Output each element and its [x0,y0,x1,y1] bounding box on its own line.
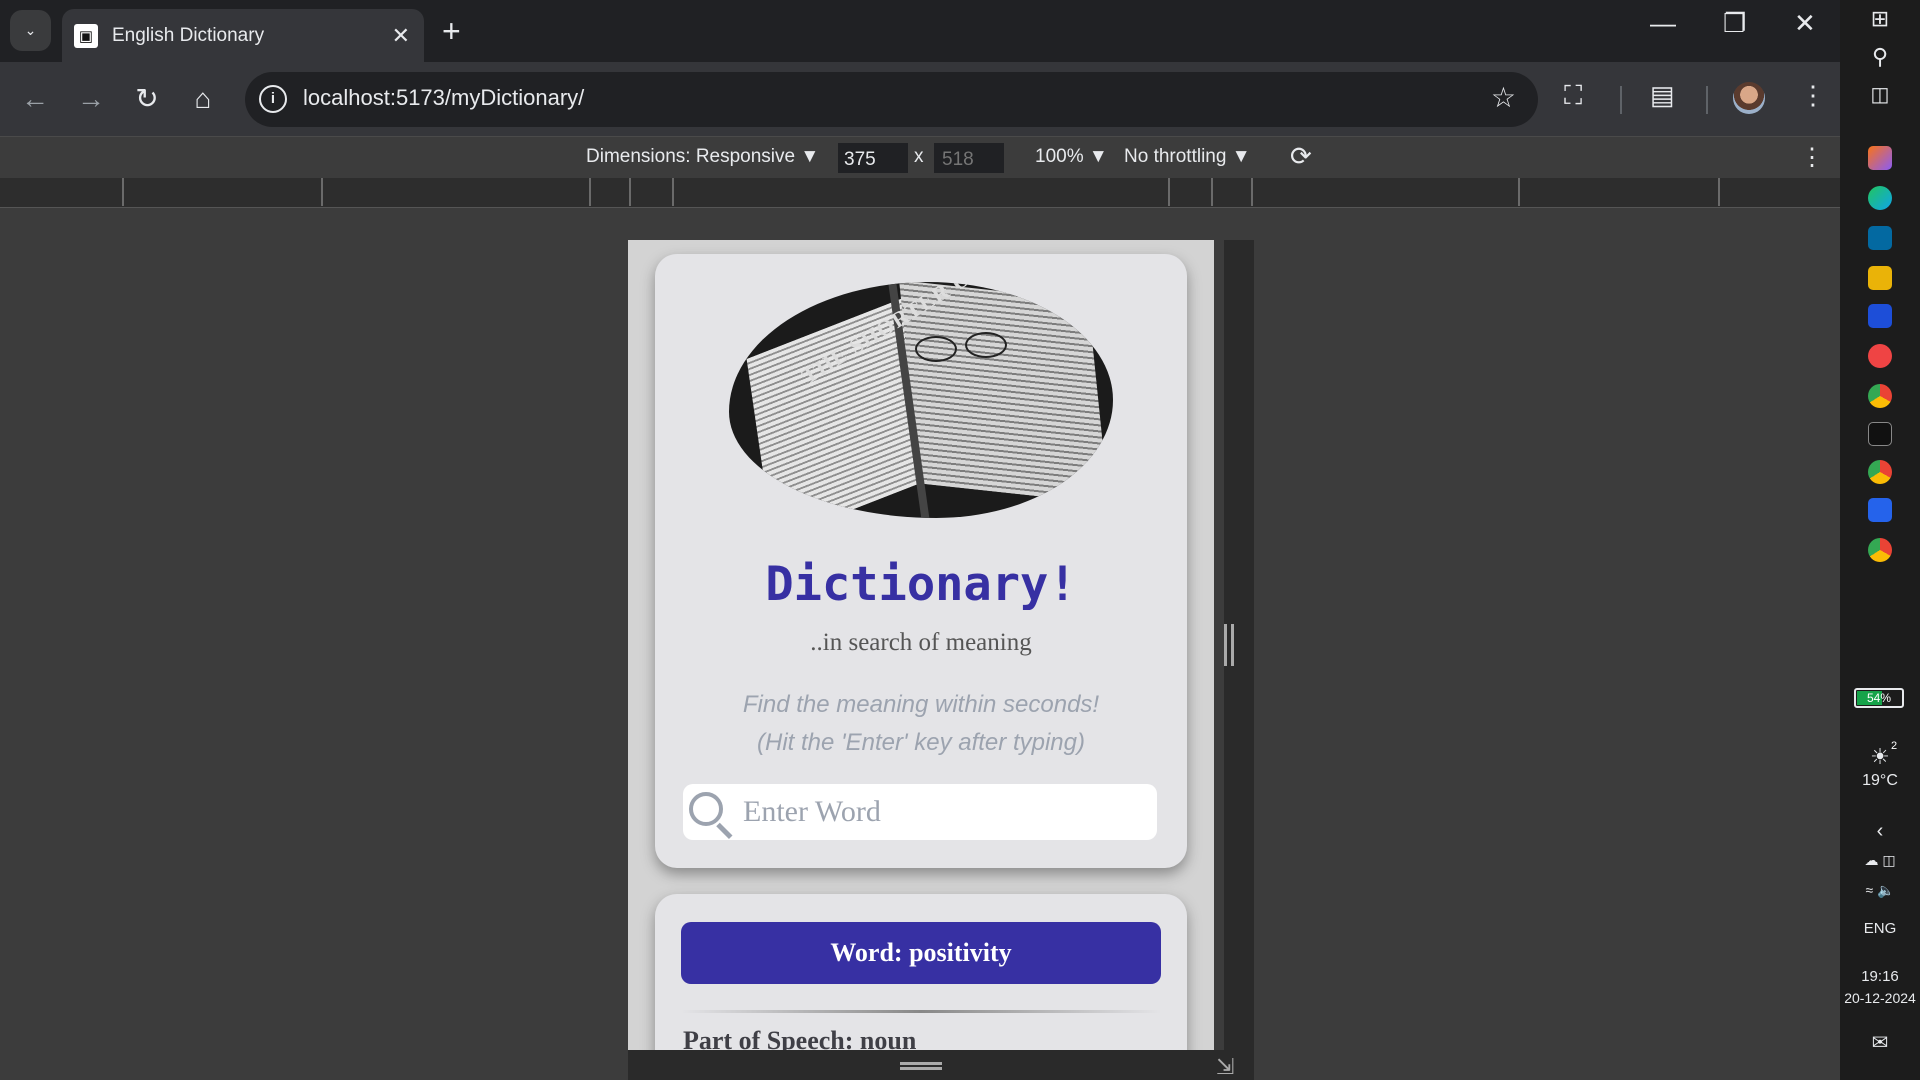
close-window-icon[interactable]: ✕ [1794,8,1816,39]
rotate-icon[interactable]: ⟳ [1290,141,1312,172]
task-view-icon[interactable]: ◫ [1840,82,1920,107]
throttling-dropdown[interactable]: No throttling ▼ [1124,146,1251,168]
search-card: THE SHORTER OXFORD Dictionary! ..in sear… [655,254,1187,868]
search-input[interactable] [743,792,1143,832]
plus-icon[interactable]: + [442,14,461,48]
viewport-area: THE SHORTER OXFORD Dictionary! ..in sear… [0,208,1840,1080]
zoom-label: 100% [1035,146,1084,167]
file-explorer-icon[interactable] [1868,266,1892,290]
address-bar[interactable]: i localhost:5173/myDictionary/ ☆ [245,72,1538,127]
media-query-ruler[interactable] [0,178,1840,208]
language-indicator[interactable]: ENG [1840,920,1920,937]
reading-list-icon[interactable]: ▤ [1650,80,1675,111]
page-title: Dictionary! [765,557,1077,612]
chrome-active-icon[interactable] [1868,460,1892,484]
size-separator: x [914,146,924,167]
search-icon [687,790,733,839]
tab-search-icon[interactable]: ⌄ [10,10,51,51]
device-frame: THE SHORTER OXFORD Dictionary! ..in sear… [628,240,1254,1080]
search-box[interactable] [683,784,1157,840]
app-l-icon[interactable] [1868,304,1892,328]
more-icon[interactable]: ⋮ [1800,80,1826,111]
reload-icon[interactable]: ↻ [128,80,166,118]
zoom-dropdown[interactable]: 100% ▼ [1035,146,1108,168]
minimize-icon[interactable]: — [1650,8,1676,39]
dimensions-dropdown[interactable]: Dimensions: Responsive ▼ [586,146,819,168]
part-of-speech: Part of Speech: noun [683,1026,917,1050]
back-icon[interactable]: ← [16,80,54,118]
info-icon[interactable]: i [259,85,287,113]
dimensions-label: Dimensions: Responsive [586,146,796,167]
result-card: Word: positivity Part of Speech: noun [655,894,1187,1050]
book-icon: ▣ [74,23,98,48]
terminal-icon[interactable] [1868,422,1892,446]
device-toolbar: Dimensions: Responsive ▼ x 100% ▼ No thr… [0,136,1840,178]
url-text[interactable]: localhost:5173/myDictionary/ [303,85,584,111]
onedrive-icon[interactable]: ☁ ◫ [1840,852,1920,869]
word-banner: Word: positivity [681,922,1161,984]
more-icon[interactable]: ⋮ [1800,143,1824,172]
browser-toolbar: ← → ↻ ⌂ i localhost:5173/myDictionary/ ☆… [0,62,1840,136]
page-subtitle: ..in search of meaning [810,629,1032,656]
network-volume-icon[interactable]: ≈ 🔈 [1840,882,1920,899]
resize-grip-icon[interactable] [1224,624,1234,666]
weather-temp: 19°C [1862,772,1898,789]
avatar[interactable] [1733,82,1765,114]
clock-time[interactable]: 19:16 [1840,968,1920,985]
windows-start-icon[interactable]: ⊞ [1840,6,1920,32]
copilot-icon[interactable] [1868,146,1892,170]
extensions-icon[interactable]: ⛶ [1564,80,1582,112]
hint-line-1: Find the meaning within seconds! [742,691,1100,718]
edge-icon[interactable] [1868,186,1892,210]
search-hint: Find the meaning within seconds! (Hit th… [655,686,1187,762]
url-host: localhost [303,85,390,110]
tab-strip: ⌄ ▣ English Dictionary ✕ + — ❐ ✕ [0,0,1840,62]
tab-title: English Dictionary [112,24,265,46]
restore-icon[interactable]: ❐ [1723,8,1746,39]
vscode-icon[interactable] [1868,498,1892,522]
star-icon[interactable]: ☆ [1491,81,1516,114]
divider [681,1010,1161,1013]
app-page: THE SHORTER OXFORD Dictionary! ..in sear… [628,240,1214,1050]
tab-english-dictionary[interactable]: ▣ English Dictionary ✕ [62,9,424,62]
windows-taskbar: ⊞ ⚲ ◫ 54% ☀ 2 19°C ‹ ☁ ◫ ≈ 🔈 ENG 19:16 2… [1840,0,1920,1080]
notification-icon[interactable]: ✉ [1840,1030,1920,1055]
clock-date[interactable]: 20-12-2024 [1840,990,1920,1006]
resize-grip-bottom-icon[interactable] [900,1062,942,1070]
forward-icon[interactable]: → [72,80,110,118]
weather-badge: 2 [1890,740,1898,752]
toolbar-divider [1706,86,1708,114]
url-path: :5173/myDictionary/ [389,85,585,110]
glasses-icon [915,332,1015,372]
battery-label: 54% [1866,691,1892,705]
chrome-icon[interactable] [1868,384,1892,408]
chrome-profile-icon[interactable] [1868,538,1892,562]
close-icon[interactable]: ✕ [392,23,410,49]
height-input[interactable] [934,143,1004,173]
toolbar-divider [1620,86,1622,114]
resize-corner-icon[interactable]: ⇲ [1216,1054,1234,1080]
width-input[interactable] [838,143,908,173]
chevron-up-icon[interactable]: ‹ [1840,820,1920,843]
home-icon[interactable]: ⌂ [184,80,222,118]
search-icon[interactable]: ⚲ [1840,44,1920,70]
dictionary-hero-image: THE SHORTER OXFORD [729,282,1113,518]
hint-line-2: (Hit the 'Enter' key after typing) [757,729,1085,756]
outlook-icon[interactable] [1868,226,1892,250]
throttling-label: No throttling [1124,146,1227,167]
browser-window: ⌄ ▣ English Dictionary ✕ + — ❐ ✕ ← → ↻ ⌂… [0,0,1840,1080]
battery-indicator[interactable]: 54% [1854,688,1904,708]
paint-icon[interactable] [1868,344,1892,368]
